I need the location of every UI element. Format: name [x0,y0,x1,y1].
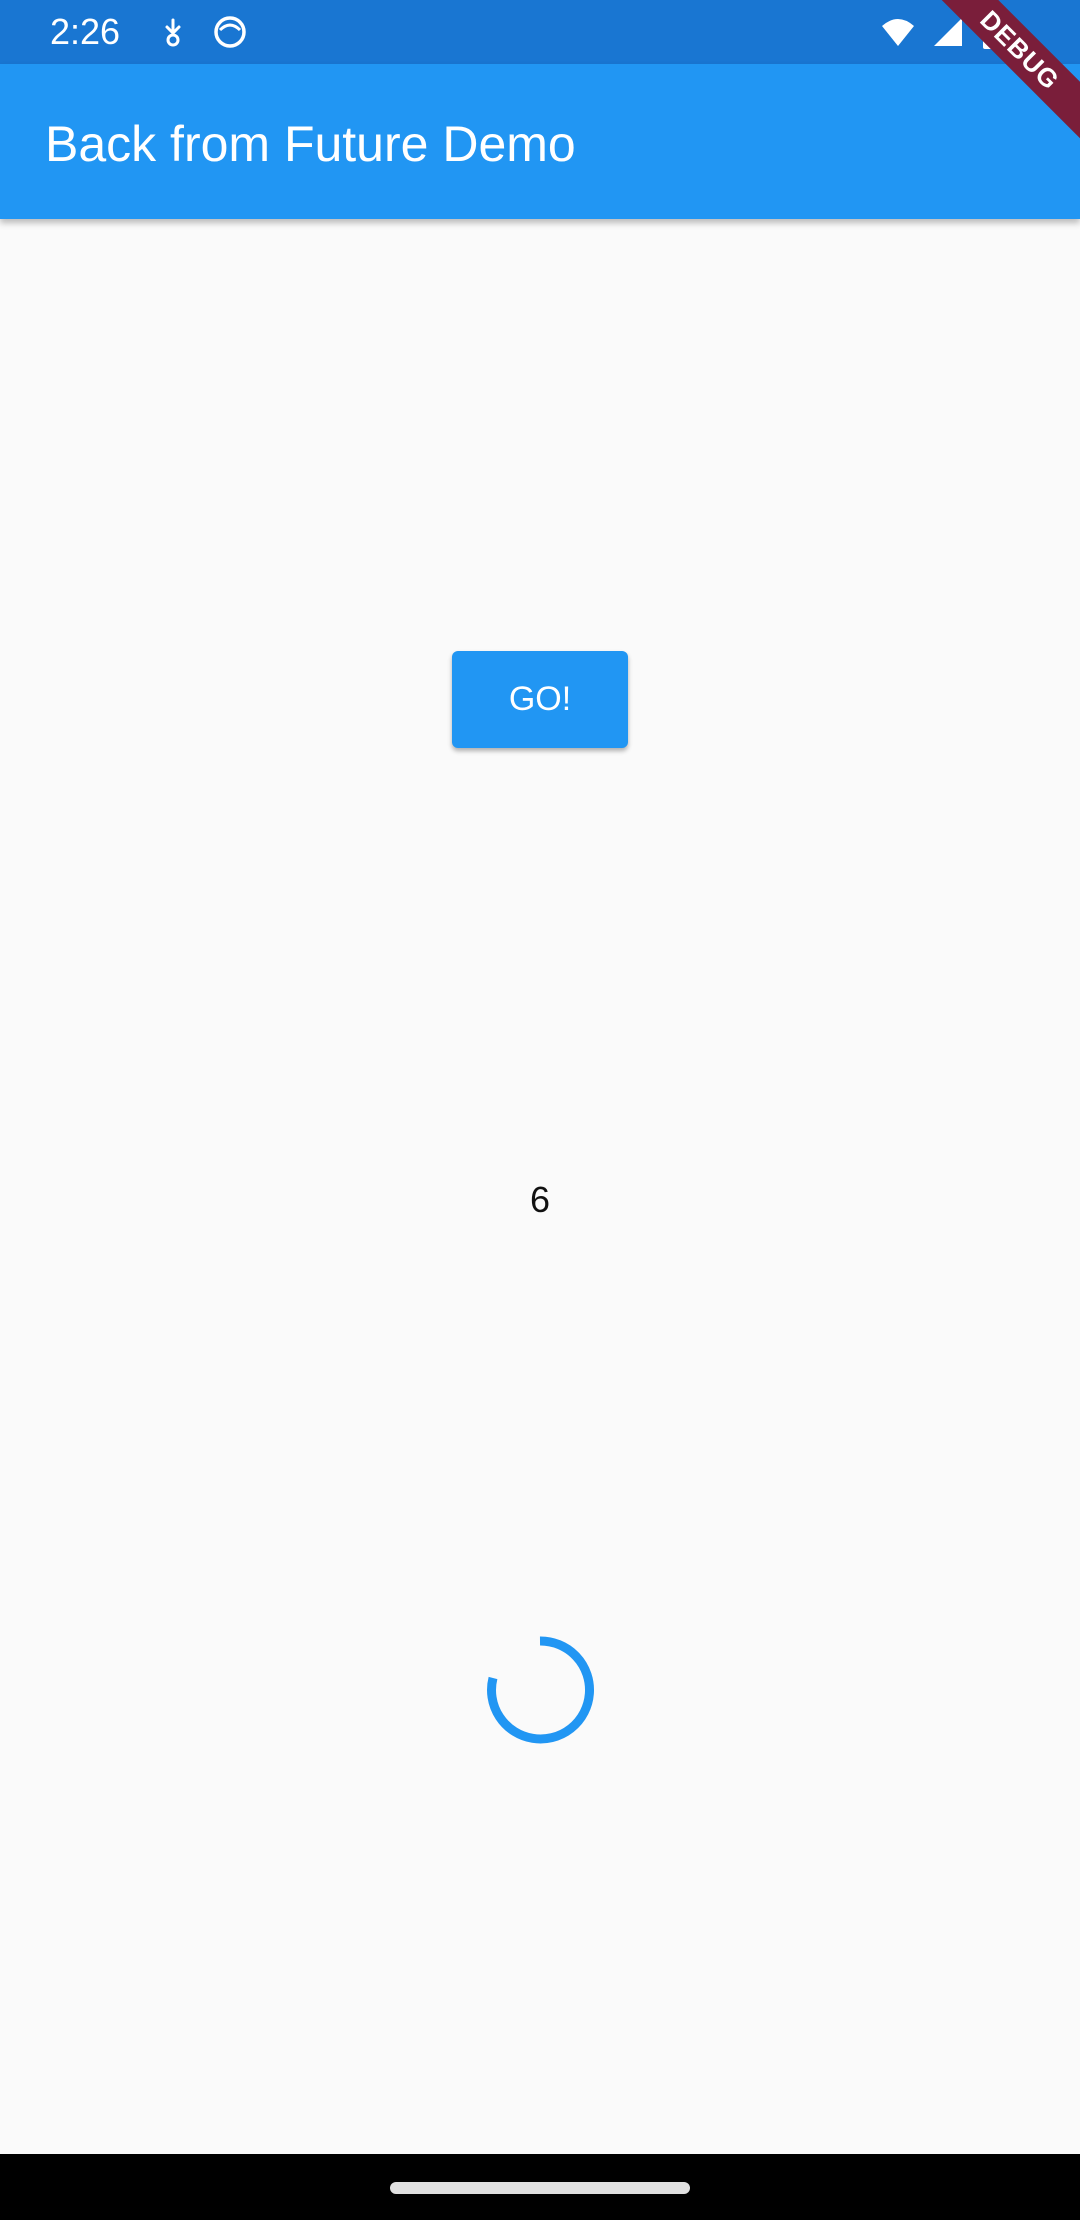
go-button[interactable]: GO! [452,651,628,748]
smiley-notification-icon [214,16,246,48]
home-gesture-handle[interactable] [390,2182,690,2194]
wifi-icon [882,19,914,46]
app-bar: Back from Future Demo [0,64,1080,219]
loading-spinner-icon [487,1636,594,1744]
app-screen: 2:26 Back from Future Demo DEBUG GO! 6 [0,0,1080,2220]
download-notification-icon [165,18,181,47]
system-navigation-bar [0,2154,1080,2220]
app-bar-title: Back from Future Demo [45,116,576,172]
counter-value: 6 [529,1179,551,1220]
status-time: 2:26 [50,11,121,52]
status-bar: 2:26 [0,0,1080,64]
